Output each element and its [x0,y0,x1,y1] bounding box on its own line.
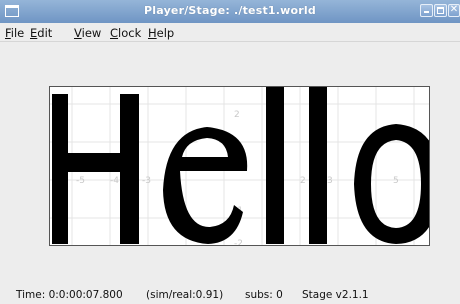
minimize-button[interactable] [420,4,433,17]
x-axis-label: 3 [327,176,333,186]
world-obstacles [52,87,429,244]
x-axis-label: -3 [142,176,151,186]
menu-file[interactable]: File [5,26,24,40]
status-subs: subs: 0 [245,289,283,301]
world-map[interactable]: -5 -4 -3 2 3 5 2 1 -1 -2 [50,87,430,246]
menu-edit[interactable]: Edit [30,26,52,40]
close-button[interactable]: ✕ [448,4,460,17]
menu-help[interactable]: Help [148,26,174,40]
letter-h-right-stem [120,94,139,244]
x-axis-label: -5 [76,176,85,186]
world-view[interactable]: -5 -4 -3 2 3 5 2 1 -1 -2 [49,86,430,246]
letter-h-crossbar [66,153,122,172]
x-axis-label: -4 [110,176,119,186]
maximize-button[interactable] [434,4,447,17]
status-version: Stage v2.1.1 [302,289,369,301]
y-axis-label: 2 [234,110,240,120]
canvas-area[interactable]: -5 -4 -3 2 3 5 2 1 -1 -2 [0,43,460,283]
y-axis-label: -2 [234,239,243,246]
letter-l-first [266,87,284,244]
menu-view[interactable]: View [74,26,101,40]
status-bar: Time: 0:0:00:07.800 (sim/real:0.91) subs… [0,286,460,304]
title-bar[interactable]: Player/Stage: ./test1.world ✕ [0,0,460,23]
letter-h-left-stem [52,94,68,244]
stage-window: Player/Stage: ./test1.world ✕ File Edit … [0,0,460,304]
menu-clock[interactable]: Clock [110,26,141,40]
window-title: Player/Stage: ./test1.world [144,4,316,17]
close-icon: ✕ [449,4,459,15]
x-axis-label: 2 [300,176,306,186]
x-axis-label: 5 [393,176,399,186]
menu-bar: File Edit View Clock Help [0,23,460,42]
status-sim-real-ratio: (sim/real:0.91) [146,289,224,301]
status-time: Time: 0:0:00:07.800 [16,289,123,301]
letter-l-second [309,87,327,244]
